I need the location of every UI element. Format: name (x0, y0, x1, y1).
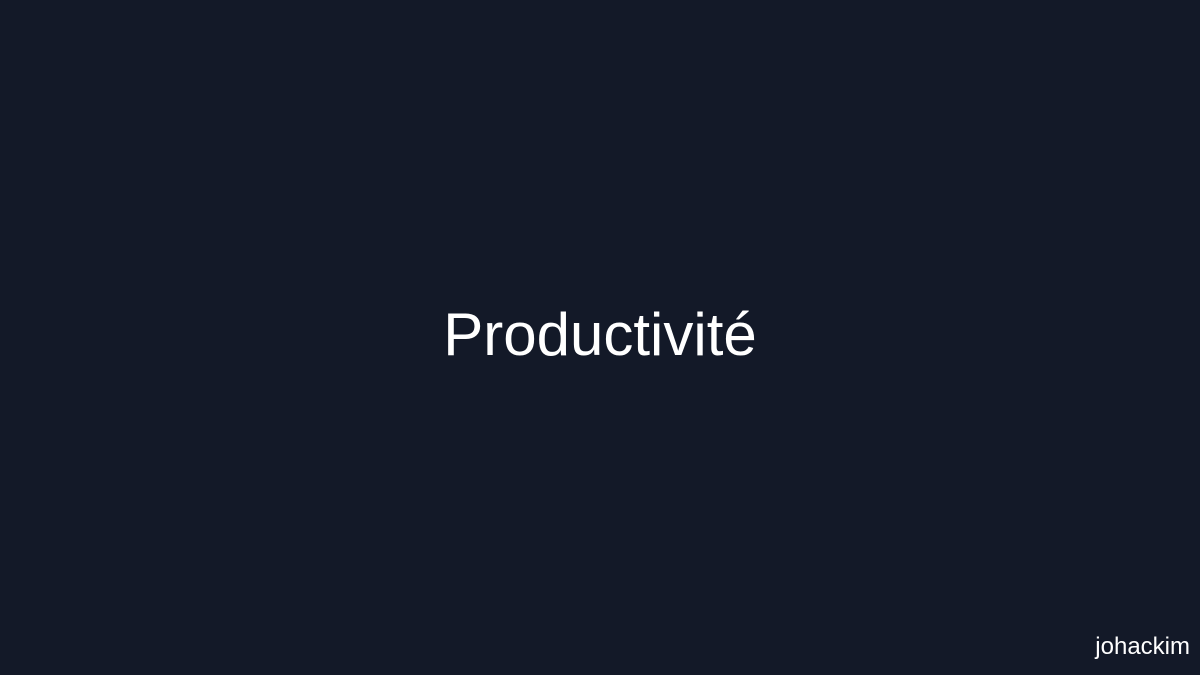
slide-title: Productivité (443, 301, 757, 368)
author-label: johackim (1095, 633, 1190, 660)
slide: Productivité johackim (0, 0, 1200, 675)
